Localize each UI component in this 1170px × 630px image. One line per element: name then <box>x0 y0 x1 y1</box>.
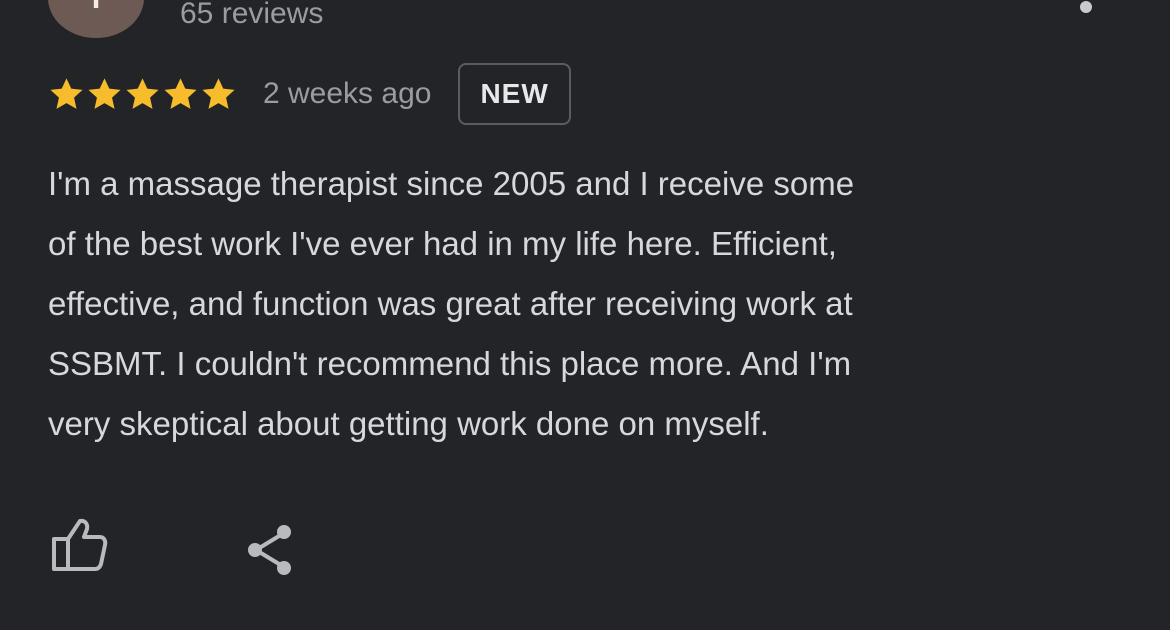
more-vert-icon[interactable] <box>1080 1 1092 13</box>
star-icon <box>202 77 235 109</box>
reviewer-avatar[interactable]: T <box>48 0 144 38</box>
review-meta: 2 weeks ago NEW <box>48 63 571 125</box>
share-icon[interactable] <box>246 524 294 576</box>
review-card: T 65 reviews 2 weeks ago NEW I'm a massa… <box>0 0 1170 630</box>
reviewer-reviews-count[interactable]: 65 reviews <box>180 0 323 32</box>
review-text: I'm a massage therapist since 2005 and I… <box>48 165 855 442</box>
star-icon <box>126 77 159 109</box>
new-badge: NEW <box>458 63 571 125</box>
star-rating <box>48 76 237 113</box>
thumbs-up-icon[interactable] <box>50 517 108 573</box>
avatar-initial: T <box>48 0 144 14</box>
review-time: 2 weeks ago <box>263 77 432 110</box>
star-icon <box>88 77 121 109</box>
star-icon <box>50 77 83 109</box>
star-icon <box>164 77 197 109</box>
